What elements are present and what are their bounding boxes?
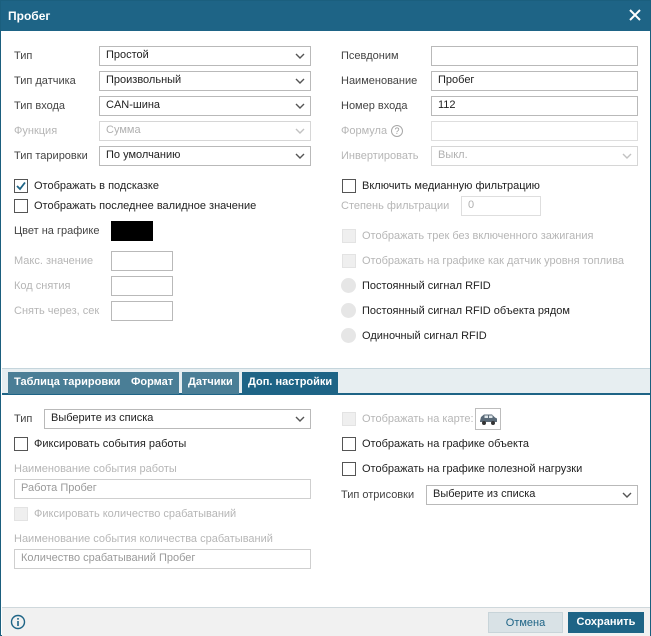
chevron-down-icon [295, 78, 305, 84]
draw-type-value: Выберите из списка [433, 488, 536, 500]
help-icon[interactable]: ? [391, 125, 403, 137]
show-on-map-checkbox [342, 412, 356, 426]
function-select: Сумма [99, 121, 311, 141]
show-payload-graph-label: Отображать на графике полезной нагрузки [362, 463, 583, 475]
chevron-down-icon [622, 153, 632, 159]
type-label: Тип [14, 50, 33, 62]
car-icon-button[interactable] [475, 408, 501, 430]
name-input[interactable]: Пробег [431, 71, 638, 91]
calibration-type-value: По умолчанию [106, 149, 181, 161]
invert-label: Инвертировать [341, 150, 419, 162]
sensor-type-select[interactable]: Произвольный [99, 71, 311, 91]
filter-degree-input: 0 [461, 196, 541, 216]
invert-value: Выкл. [438, 149, 468, 161]
draw-type-label: Тип отрисовки [341, 489, 415, 501]
graph-color-label: Цвет на графике [14, 225, 100, 237]
read-after-input[interactable] [111, 301, 173, 321]
function-value: Сумма [106, 124, 141, 136]
formula-label: Формула [341, 125, 388, 137]
rfid-constant-near-label: Постоянный сигнал RFID объекта рядом [362, 305, 570, 317]
calibration-type-label: Тип тарировки [14, 150, 88, 162]
extra-type-value: Выберите из списка [51, 412, 154, 424]
type-select[interactable]: Простой [99, 46, 311, 66]
draw-type-select[interactable]: Выберите из списка [426, 485, 638, 505]
rfid-single-radio[interactable] [341, 328, 356, 343]
read-code-input[interactable] [111, 276, 173, 296]
formula-input [431, 121, 638, 141]
sensor-dialog: Пробег Тип Простой Тип датчика Произволь… [0, 0, 651, 636]
tab-extra-settings[interactable]: Доп. настройки [242, 372, 339, 394]
track-no-ignition-label: Отображать трек без включенного зажигани… [362, 230, 594, 242]
tab-bar: Таблица тарировки Формат Датчики Доп. на… [2, 368, 650, 395]
type-select-value: Простой [106, 49, 149, 61]
dialog-footer: Отмена Сохранить [2, 607, 650, 636]
show-in-tooltip-checkbox[interactable] [14, 179, 28, 193]
alias-input[interactable] [431, 46, 638, 66]
rfid-single-label: Одиночный сигнал RFID [362, 330, 487, 342]
calibration-type-select[interactable]: По умолчанию [99, 146, 311, 166]
chevron-down-icon [295, 416, 305, 422]
cancel-button[interactable]: Отмена [488, 612, 563, 633]
show-on-map-label: Отображать на карте: [362, 413, 474, 425]
median-filter-checkbox[interactable] [342, 179, 356, 193]
sensor-type-value: Произвольный [106, 74, 182, 86]
input-number-input[interactable]: 112 [431, 96, 638, 116]
count-name-input[interactable]: Количество срабатываний Пробег [14, 549, 311, 569]
graph-color-swatch[interactable] [111, 221, 153, 241]
fuel-level-graph-label: Отображать на графике как датчик уровня … [362, 255, 625, 267]
invert-select: Выкл. [431, 146, 638, 166]
read-code-label: Код снятия [14, 280, 71, 292]
show-object-graph-checkbox[interactable] [342, 437, 356, 451]
name-label: Наименование [341, 75, 418, 87]
rfid-constant-label: Постоянный сигнал RFID [362, 280, 491, 292]
show-last-valid-checkbox[interactable] [14, 199, 28, 213]
fuel-level-graph-checkbox [342, 254, 356, 268]
max-value-label: Макс. значение [14, 255, 94, 267]
show-payload-graph-checkbox[interactable] [342, 462, 356, 476]
show-object-graph-label: Отображать на графике объекта [362, 438, 529, 450]
input-type-label: Тип входа [14, 100, 66, 112]
chevron-down-icon [295, 53, 305, 59]
input-number-label: Номер входа [341, 100, 408, 112]
car-icon [480, 414, 497, 425]
tab-sensors[interactable]: Датчики [182, 372, 239, 394]
event-name-label: Наименование события работы [14, 463, 177, 475]
rfid-constant-near-radio[interactable] [341, 303, 356, 318]
chevron-down-icon [622, 492, 632, 498]
fix-count-label: Фиксировать количество срабатываний [34, 508, 237, 520]
show-last-valid-label: Отображать последнее валидное значение [34, 200, 257, 212]
tab-calibration-table[interactable]: Таблица тарировки [8, 372, 127, 394]
info-icon[interactable] [10, 614, 26, 630]
extra-type-select[interactable]: Выберите из списка [44, 409, 311, 429]
filter-degree-label: Степень фильтрации [341, 200, 450, 212]
count-name-label: Наименование события количества срабатыв… [14, 533, 273, 545]
function-label: Функция [14, 125, 58, 137]
tab-format[interactable]: Формат [125, 372, 180, 394]
chevron-down-icon [295, 103, 305, 109]
event-name-input[interactable]: Работа Пробег [14, 479, 311, 499]
chevron-down-icon [295, 153, 305, 159]
input-type-select[interactable]: CAN-шина [99, 96, 311, 116]
median-filter-label: Включить медианную фильтрацию [362, 180, 540, 192]
save-button[interactable]: Сохранить [568, 612, 644, 633]
track-no-ignition-checkbox [342, 229, 356, 243]
dialog-titlebar: Пробег [1, 1, 650, 31]
show-in-tooltip-label: Отображать в подсказке [34, 180, 159, 192]
max-value-input[interactable] [111, 251, 173, 271]
rfid-constant-radio[interactable] [341, 278, 356, 293]
extra-type-label: Тип [14, 413, 33, 425]
fix-events-label: Фиксировать события работы [34, 438, 187, 450]
chevron-down-icon [295, 128, 305, 134]
input-type-value: CAN-шина [106, 99, 161, 111]
alias-label: Псевдоним [341, 50, 399, 62]
sensor-type-label: Тип датчика [14, 75, 76, 87]
read-after-label: Снять через, сек [14, 305, 100, 317]
fix-count-checkbox [14, 507, 28, 521]
check-icon [16, 181, 26, 191]
dialog-title: Пробег [8, 9, 51, 23]
close-icon[interactable] [626, 6, 644, 24]
fix-events-checkbox[interactable] [14, 437, 28, 451]
